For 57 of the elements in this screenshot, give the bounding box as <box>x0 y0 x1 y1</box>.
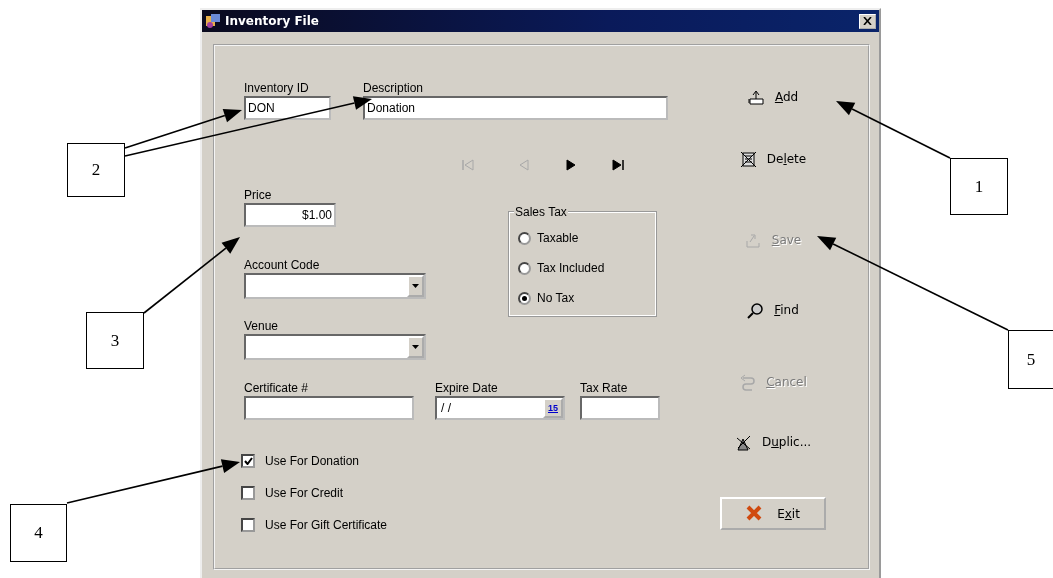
date-value: / / <box>440 400 451 417</box>
checkbox[interactable] <box>241 485 255 500</box>
field-label: Account Code <box>244 258 321 273</box>
checkbox[interactable] <box>241 453 255 468</box>
find-button[interactable]: Find <box>743 297 803 323</box>
search-icon <box>747 301 765 319</box>
text-field[interactable] <box>244 396 414 420</box>
close-icon <box>863 17 872 25</box>
field-label: Certificate # <box>244 381 310 396</box>
callout-label: 4 <box>10 504 67 562</box>
checkbox[interactable] <box>241 517 255 532</box>
field-label: Venue <box>244 319 280 334</box>
radio-label: Taxable <box>537 230 579 247</box>
skip-to-end-icon[interactable] <box>612 159 624 171</box>
dropdown-arrow-icon <box>412 284 419 288</box>
id-label: Inventory ID <box>244 81 310 96</box>
radio-button[interactable] <box>518 291 531 305</box>
app-icon <box>205 13 221 29</box>
dropdown-field[interactable] <box>244 334 426 360</box>
checkbox-label: Use For Donation <box>265 452 360 470</box>
calendar-button[interactable]: 15 <box>543 398 563 418</box>
text-field[interactable] <box>580 396 660 420</box>
window-title: Inventory File <box>225 13 319 30</box>
dropdown-arrow-icon <box>412 345 419 349</box>
text-field[interactable]: Donation <box>363 96 668 120</box>
id-field[interactable]: DON <box>244 96 331 120</box>
field-label: Expire Date <box>435 381 499 396</box>
field-label: Tax Rate <box>580 381 629 396</box>
next-icon[interactable] <box>565 159 577 171</box>
exit-button[interactable]: Exit <box>720 497 826 530</box>
radio-button[interactable] <box>518 261 531 275</box>
crossed-box-icon <box>739 150 757 168</box>
checkbox-label: Use For Credit <box>265 484 344 502</box>
curved-arrow-icon <box>739 373 757 391</box>
close-icon <box>746 505 764 522</box>
checkbox-label: Use For Gift Certificate <box>265 516 388 534</box>
date-field[interactable]: / / 15 <box>435 396 565 420</box>
field-label: Description <box>363 81 425 96</box>
tray-icon <box>747 88 765 106</box>
close-button[interactable] <box>859 13 876 29</box>
crossed-figure-icon <box>734 433 752 451</box>
callout-label: 3 <box>86 312 144 369</box>
radio-label: No Tax <box>537 290 575 307</box>
add-button[interactable]: Add <box>743 84 803 110</box>
check-icon <box>243 456 253 465</box>
dropdown-field[interactable] <box>244 273 426 299</box>
delete-button[interactable]: Delete <box>735 146 811 172</box>
callout-label: 1 <box>950 158 1008 215</box>
radio-button[interactable] <box>518 231 531 245</box>
price-field[interactable]: $1.00 <box>244 203 336 227</box>
duplicate-button[interactable]: Duplic... <box>730 429 816 455</box>
callout-label: 2 <box>67 143 125 197</box>
tray-icon <box>744 231 762 249</box>
callout-label: 5 <box>1008 330 1053 389</box>
radio-label: Tax Included <box>537 260 605 277</box>
field-label: Price <box>244 188 273 203</box>
group-title: Sales Tax <box>514 205 568 219</box>
